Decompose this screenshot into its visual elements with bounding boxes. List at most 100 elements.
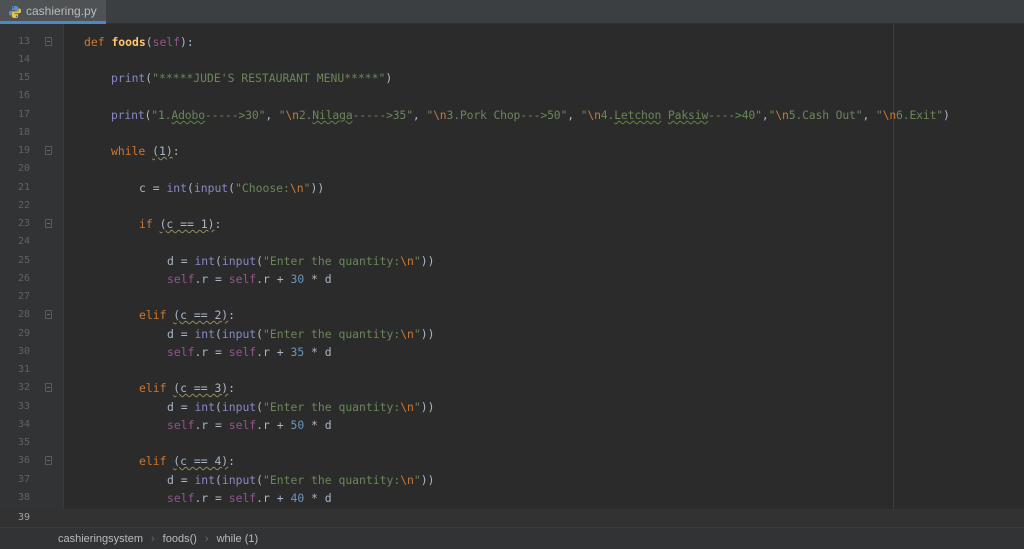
code-line[interactable]: 29 d = int(input("Enter the quantity:\n"… [0,325,1024,343]
code-line[interactable]: 16 [0,87,1024,105]
escape-sequence: \n [882,108,897,122]
line-content: self.r = self.r + 30 * d [167,272,332,286]
line-number: 28 [17,309,30,320]
attribute: .r [256,345,270,359]
variable: d [324,345,332,359]
code-line[interactable]: 19 while (1): [0,142,1024,160]
keyword: elif [139,454,167,468]
string-literal: " [875,108,883,122]
keyword: if [139,217,153,231]
code-editor[interactable]: 13 def foods(self): 14 15 print("*****JU… [0,24,1024,527]
fold-marker-icon[interactable] [45,146,52,155]
line-number: 13 [17,36,30,47]
line-number: 38 [17,492,30,503]
line-content: if (c == 1): [139,217,222,231]
self-param: self [152,35,181,49]
editor-tab-cashiering[interactable]: cashiering.py [0,0,106,24]
code-line[interactable]: 24 [0,233,1024,251]
code-line[interactable]: 31 [0,361,1024,379]
variable: d [167,327,174,341]
fold-marker-icon[interactable] [45,456,52,465]
code-line[interactable]: 27 [0,288,1024,306]
code-line[interactable]: 21 c = int(input("Choose:\n")) [0,179,1024,197]
self-ref: self [228,272,257,286]
condition: (c == 2) [173,308,229,322]
line-content: d = int(input("Enter the quantity:\n")) [167,400,435,414]
code-line[interactable]: 36 elif (c == 4): [0,452,1024,470]
escape-sequence: \n [400,327,414,341]
self-ref: self [228,491,257,505]
condition: (1) [152,144,173,158]
string-literal: 3.Pork Chop--->50" [446,108,568,122]
line-content: self.r = self.r + 50 * d [167,418,332,432]
number-literal: 30 [290,272,305,286]
code-line[interactable]: 33 d = int(input("Enter the quantity:\n"… [0,398,1024,416]
line-number: 37 [17,474,30,485]
code-line[interactable]: 18 [0,124,1024,142]
line-number: 36 [17,455,30,466]
line-number: 24 [17,236,30,247]
code-line[interactable]: 32 elif (c == 3): [0,379,1024,397]
code-line[interactable]: 13 def foods(self): [0,33,1024,51]
line-content: d = int(input("Enter the quantity:\n")) [167,254,435,268]
code-line[interactable]: 34 self.r = self.r + 50 * d [0,416,1024,434]
builtin: int [194,400,216,414]
line-content: c = int(input("Choose:\n")) [139,181,325,195]
builtin: print [111,71,146,85]
line-content: while (1): [111,144,180,158]
code-line[interactable]: 28 elif (c == 2): [0,306,1024,324]
code-line[interactable]: 22 [0,197,1024,215]
line-number: 25 [17,255,30,266]
breadcrumb-separator-icon: › [204,532,209,545]
variable: d [167,254,174,268]
code-line[interactable]: 30 self.r = self.r + 35 * d [0,343,1024,361]
line-number: 18 [17,127,30,138]
string-literal: 6.Exit" [896,108,944,122]
code-line[interactable]: 35 [0,434,1024,452]
string-literal: Nilaga [312,108,353,122]
line-number: 33 [17,401,30,412]
line-number: 39 [17,512,30,523]
fold-marker-icon[interactable] [45,383,52,392]
string-literal: ----->35" [352,108,414,122]
line-number: 19 [17,145,30,156]
code-line[interactable]: 20 [0,160,1024,178]
ide-window: cashiering.py 13 def foods(self): 14 15 … [0,0,1024,549]
code-line[interactable]: 15 print("*****JUDE'S RESTAURANT MENU***… [0,69,1024,87]
string-literal: "Enter the quantity: [263,254,401,268]
string-literal: 4. [600,108,615,122]
code-line[interactable]: 14 [0,51,1024,69]
code-line[interactable]: 26 self.r = self.r + 30 * d [0,270,1024,288]
string-literal: ----->30" [204,108,266,122]
fold-marker-icon[interactable] [45,37,52,46]
builtin: int [194,254,216,268]
variable: c [139,181,146,195]
self-ref: self [167,418,195,432]
breadcrumb-item-function[interactable]: foods() [163,533,197,545]
string-literal: "Enter the quantity: [263,473,401,487]
number-literal: 50 [290,418,305,432]
condition: (c == 4) [173,454,229,468]
python-file-icon [8,4,22,18]
code-line[interactable]: 37 d = int(input("Enter the quantity:\n"… [0,471,1024,489]
escape-sequence: \n [400,473,414,487]
line-content: def foods(self): [84,35,194,49]
breadcrumb-item-module[interactable]: cashieringsystem [58,533,143,545]
line-number: 15 [17,72,30,83]
function-name: foods [111,35,146,49]
breadcrumb-item-loop[interactable]: while (1) [217,533,259,545]
code-line-current[interactable]: 39 [0,509,1024,527]
self-ref: self [167,345,195,359]
line-content: self.r = self.r + 40 * d [167,491,332,505]
code-line[interactable]: 17 print("1.Adobo----->30", "\n2.Nilaga-… [0,106,1024,124]
code-line[interactable]: 25 d = int(input("Enter the quantity:\n"… [0,252,1024,270]
code-line[interactable]: 38 self.r = self.r + 40 * d [0,489,1024,507]
fold-marker-icon[interactable] [45,310,52,319]
fold-marker-icon[interactable] [45,219,52,228]
number-literal: 40 [290,491,305,505]
condition: (c == 3) [173,381,229,395]
code-line[interactable]: 23 if (c == 1): [0,215,1024,233]
line-number: 27 [17,291,30,302]
string-literal [661,108,668,122]
string-literal: Paksiw [667,108,709,122]
